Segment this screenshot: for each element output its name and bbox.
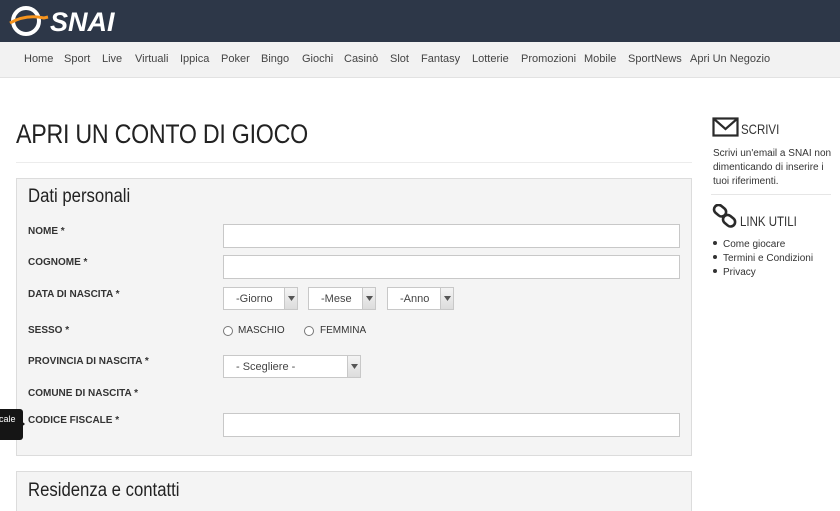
nav-bingo[interactable]: Bingo xyxy=(261,53,289,65)
maschio-label[interactable]: MASCHIO xyxy=(238,325,285,336)
codice-fiscale-input[interactable] xyxy=(223,413,680,437)
link-privacy-text[interactable]: Privacy xyxy=(723,267,756,278)
month-select-value: -Mese xyxy=(321,293,352,305)
nav-sport[interactable]: Sport xyxy=(64,53,90,65)
nav-casino[interactable]: Casinò xyxy=(344,53,378,65)
bullet xyxy=(713,241,717,246)
data-nascita-label: DATA DI NASCITA * xyxy=(28,289,120,300)
top-header-bar: SNAI xyxy=(0,0,840,42)
link-termini[interactable]: Termini e Condizioni xyxy=(713,253,813,264)
provincia-select[interactable]: - Scegliere - xyxy=(223,355,361,378)
femmina-label[interactable]: FEMMINA xyxy=(320,325,366,336)
year-select-value: -Anno xyxy=(400,293,430,305)
nome-label: NOME * xyxy=(28,226,65,237)
month-dropdown-arrow xyxy=(362,288,375,309)
nav-virtuali[interactable]: Virtuali xyxy=(135,53,168,65)
comune-label: COMUNE DI NASCITA * xyxy=(28,388,138,399)
link-utili-heading: LINK UTILI xyxy=(740,213,797,229)
maschio-radio[interactable] xyxy=(223,326,233,336)
year-select[interactable]: -Anno xyxy=(387,287,454,310)
personal-data-heading: Dati personali xyxy=(28,186,131,207)
day-select[interactable]: -Giorno xyxy=(223,287,298,310)
day-dropdown-arrow xyxy=(284,288,297,309)
provincia-label: PROVINCIA DI NASCITA * xyxy=(28,356,149,367)
provincia-select-value: - Scegliere - xyxy=(236,361,296,373)
bullet xyxy=(713,269,717,274)
brand-text: SNAI xyxy=(50,7,115,37)
nav-ippica[interactable]: Ippica xyxy=(180,53,209,65)
nav-lotterie[interactable]: Lotterie xyxy=(472,53,509,65)
snai-logo[interactable]: SNAI xyxy=(8,4,158,38)
chevron-down-icon xyxy=(366,296,373,301)
nav-home[interactable]: Home xyxy=(24,53,53,65)
envelope-icon xyxy=(712,117,739,137)
scrivi-heading: SCRIVI xyxy=(741,121,780,137)
day-select-value: -Giorno xyxy=(236,293,273,305)
main-nav: Home Sport Live Virtuali Ippica Poker Bi… xyxy=(0,42,840,78)
residence-heading: Residenza e contatti xyxy=(28,480,180,501)
month-select[interactable]: -Mese xyxy=(308,287,376,310)
nav-giochi[interactable]: Giochi xyxy=(302,53,333,65)
sesso-label: SESSO * xyxy=(28,325,70,336)
sidebar-divider xyxy=(711,194,831,195)
nav-sportnews[interactable]: SportNews xyxy=(628,53,682,65)
link-privacy[interactable]: Privacy xyxy=(713,267,756,278)
tooltip-arrow xyxy=(19,419,25,429)
nav-poker[interactable]: Poker xyxy=(221,53,250,65)
link-termini-text[interactable]: Termini e Condizioni xyxy=(723,253,813,264)
title-divider xyxy=(16,162,692,163)
provincia-dropdown-arrow xyxy=(347,356,360,377)
femmina-radio[interactable] xyxy=(304,326,314,336)
nav-fantasy[interactable]: Fantasy xyxy=(421,53,460,65)
scrivi-description: Scrivi un'email a SNAI non dimenticando … xyxy=(713,148,832,187)
nav-promozioni[interactable]: Promozioni xyxy=(521,53,576,65)
nav-mobile[interactable]: Mobile xyxy=(584,53,616,65)
link-come-giocare-text[interactable]: Come giocare xyxy=(723,239,785,250)
nav-live[interactable]: Live xyxy=(102,53,122,65)
year-dropdown-arrow xyxy=(440,288,453,309)
nome-input[interactable] xyxy=(223,224,680,248)
chevron-down-icon xyxy=(288,296,295,301)
link-chain-icon xyxy=(712,204,737,228)
page-title: APRI UN CONTO DI GIOCO xyxy=(16,119,308,149)
bullet xyxy=(713,255,717,260)
residence-panel: Residenza e contatti xyxy=(16,471,692,511)
nav-apri-negozio[interactable]: Apri Un Negozio xyxy=(690,53,770,65)
chevron-down-icon xyxy=(351,364,358,369)
chevron-down-icon xyxy=(444,296,451,301)
codice-fiscale-label: CODICE FISCALE * xyxy=(28,415,120,426)
nav-slot[interactable]: Slot xyxy=(390,53,409,65)
cognome-label: COGNOME * xyxy=(28,257,88,268)
cognome-input[interactable] xyxy=(223,255,680,279)
link-come-giocare[interactable]: Come giocare xyxy=(713,239,785,250)
